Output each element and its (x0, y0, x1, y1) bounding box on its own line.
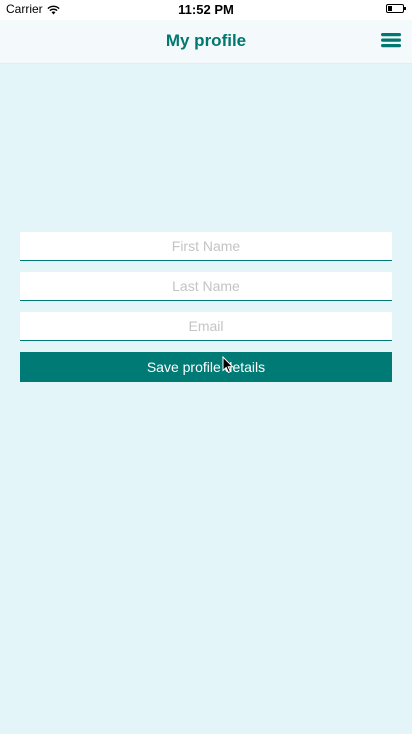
last-name-input[interactable] (20, 272, 392, 301)
save-profile-button[interactable]: Save profile details (20, 352, 392, 382)
first-name-input[interactable] (20, 232, 392, 261)
nav-bar: My profile (0, 20, 412, 64)
profile-form: Save profile details (20, 232, 392, 382)
email-input[interactable] (20, 312, 392, 341)
page-title: My profile (165, 31, 247, 50)
hamburger-menu-icon[interactable] (380, 30, 402, 50)
battery-icon (386, 4, 406, 13)
status-time: 11:52 PM (178, 2, 234, 17)
status-bar: Carrier 11:52 PM (0, 0, 412, 20)
